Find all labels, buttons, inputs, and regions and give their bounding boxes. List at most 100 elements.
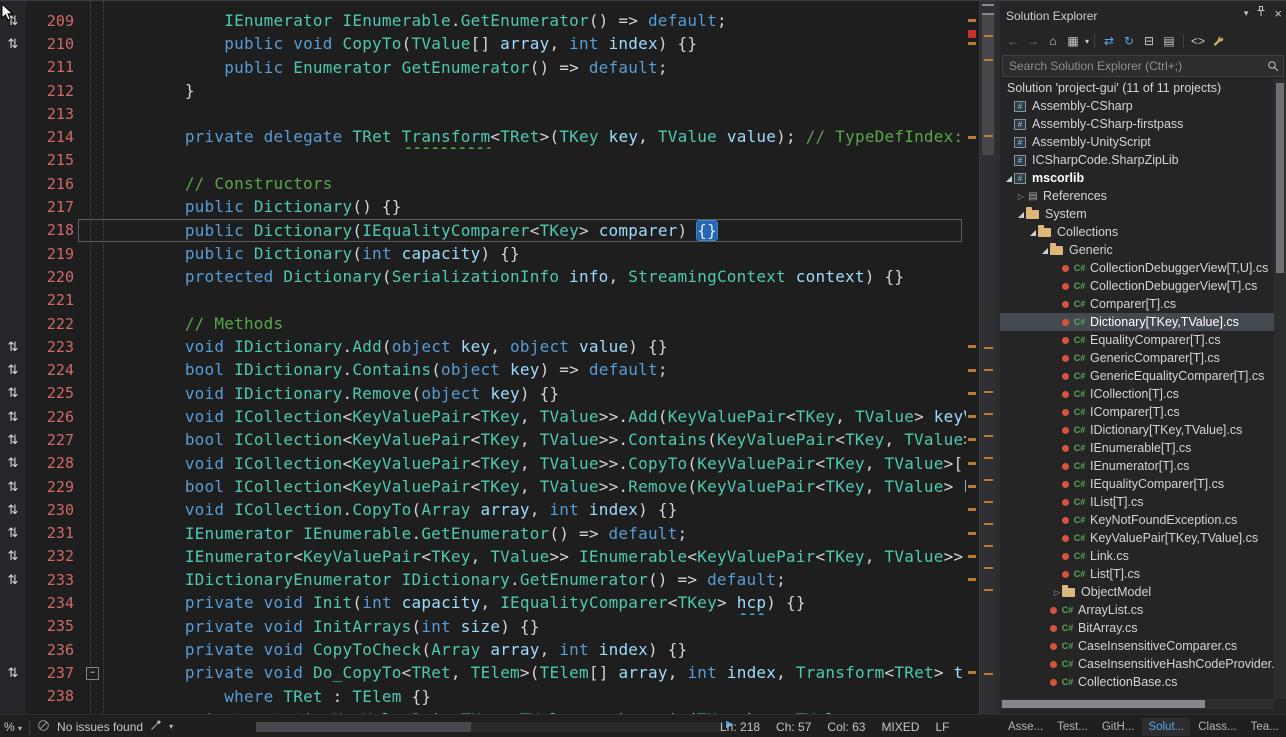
line-number[interactable]: 225 [26, 384, 86, 402]
tree-vscrollbar-thumb[interactable] [1276, 83, 1284, 273]
code-line-227[interactable]: ⇅227 bool ICollection<KeyValuePair<TKey,… [0, 428, 966, 451]
code-line-233[interactable]: ⇅233 IDictionaryEnumerator IDictionary.G… [0, 568, 966, 591]
line-number[interactable]: 217 [26, 198, 86, 216]
member-indicator-icon[interactable]: ⇅ [0, 568, 26, 591]
code-line-234[interactable]: 234 private void Init(int capacity, IEqu… [0, 591, 966, 614]
code-line-231[interactable]: ⇅231 IEnumerator IEnumerable.GetEnumerat… [0, 522, 966, 545]
code-line-219[interactable]: 219 public Dictionary(int capacity) {} [0, 242, 966, 265]
chevron-expanded-icon[interactable]: ◢ [1040, 246, 1050, 255]
tree-item-generic[interactable]: ◢Generic [1000, 241, 1286, 259]
line-number[interactable]: 232 [26, 547, 86, 565]
switch-views-icon[interactable]: ▦ [1064, 32, 1082, 50]
tree-item-objectmodel[interactable]: ▷ObjectModel [1000, 583, 1286, 601]
tree-item-assembly-csharp-firstpass[interactable]: #Assembly-CSharp-firstpass [1000, 115, 1286, 133]
code-line-215[interactable]: 215 [0, 149, 966, 172]
zoom-control[interactable]: % ▾ [4, 720, 22, 734]
line-number[interactable]: 209 [26, 12, 86, 30]
line-number[interactable]: 213 [26, 105, 86, 123]
chevron-collapsed-icon[interactable]: ▷ [1016, 192, 1026, 201]
code-line-213[interactable]: 213 [0, 102, 966, 125]
code-line-232[interactable]: ⇅232 IEnumerator<KeyValuePair<TKey, TVal… [0, 545, 966, 568]
line-number[interactable]: 233 [26, 571, 86, 589]
chevron-expanded-icon[interactable]: ◢ [1016, 210, 1026, 219]
tree-item-keyvaluepair-tkey-tvalue-cs[interactable]: C#KeyValuePair[TKey,TValue].cs [1000, 529, 1286, 547]
code-line-222[interactable]: 222 // Methods [0, 312, 966, 335]
properties-icon[interactable] [1209, 32, 1227, 50]
forward-icon[interactable]: → [1024, 32, 1042, 50]
line-number[interactable]: 228 [26, 454, 86, 472]
collapse-all-icon[interactable]: ⊟ [1140, 32, 1158, 50]
code-line-223[interactable]: ⇅223 void IDictionary.Add(object key, ob… [0, 335, 966, 358]
health-indicator-label[interactable]: No issues found [57, 720, 143, 734]
line-number[interactable]: 218 [26, 221, 86, 239]
code-line-210[interactable]: ⇅210 public void CopyTo(TValue[] array, … [0, 32, 966, 55]
line-number[interactable]: 223 [26, 338, 86, 356]
line-number[interactable]: 215 [26, 151, 86, 169]
line-number[interactable]: 230 [26, 501, 86, 519]
code-line-220[interactable]: 220 protected Dictionary(SerializationIn… [0, 265, 966, 288]
code-line-224[interactable]: ⇅224 bool IDictionary.Contains(object ke… [0, 358, 966, 381]
code-line-236[interactable]: 236 private void CopyToCheck(Array array… [0, 638, 966, 661]
line-number[interactable]: 220 [26, 268, 86, 286]
tree-item-collections[interactable]: ◢Collections [1000, 223, 1286, 241]
tree-item-ilist-t-cs[interactable]: C#IList[T].cs [1000, 493, 1286, 511]
member-indicator-icon[interactable]: ⇅ [0, 405, 26, 428]
line-number[interactable]: 238 [26, 687, 86, 705]
tree-item-genericcomparer-t-cs[interactable]: C#GenericComparer[T].cs [1000, 349, 1286, 367]
code-line-212[interactable]: 212 } [0, 79, 966, 102]
line-number[interactable]: 224 [26, 361, 86, 379]
chevron-expanded-icon[interactable]: ◢ [1028, 228, 1038, 237]
tree-item-ienumerable-t-cs[interactable]: C#IEnumerable[T].cs [1000, 439, 1286, 457]
code-cleanup-caret-icon[interactable]: ▾ [169, 722, 173, 731]
line-number[interactable]: 221 [26, 291, 86, 309]
code-line-209[interactable]: ⇅209 IEnumerator IEnumerable.GetEnumerat… [0, 9, 966, 32]
tool-window-tab-solut[interactable]: Solut... [1142, 718, 1190, 736]
chevron-collapsed-icon[interactable]: ▷ [1052, 588, 1062, 597]
tree-item-link-cs[interactable]: C#Link.cs [1000, 547, 1286, 565]
column-indicator[interactable]: Col: 63 [827, 720, 865, 734]
close-icon[interactable]: × [1274, 6, 1282, 21]
tree-item-icollection-t-cs[interactable]: C#ICollection[T].cs [1000, 385, 1286, 403]
tree-item-caseinsensitivecomparer-cs[interactable]: C#CaseInsensitiveComparer.cs [1000, 637, 1286, 655]
home-icon[interactable]: ⌂ [1044, 32, 1062, 50]
tree-item-system[interactable]: ◢System [1000, 205, 1286, 223]
member-indicator-icon[interactable]: ⇅ [0, 661, 26, 684]
code-line-221[interactable]: 221 [0, 289, 966, 312]
member-indicator-icon[interactable]: ⇅ [0, 475, 26, 498]
tree-item-assembly-unityscript[interactable]: #Assembly-UnityScript [1000, 133, 1286, 151]
tree-item-icsharpcode-sharpziplib[interactable]: #ICSharpCode.SharpZipLib [1000, 151, 1286, 169]
tree-item-collectionbase-cs[interactable]: C#CollectionBase.cs [1000, 673, 1286, 691]
tool-window-tab-tea[interactable]: Tea... [1245, 718, 1285, 736]
tree-horizontal-scrollbar[interactable] [1000, 699, 1274, 709]
tree-item-mscorlib[interactable]: ◢#mscorlib [1000, 169, 1286, 187]
code-line-214[interactable]: 214 private delegate TRet Transform<TRet… [0, 125, 966, 148]
code-line-226[interactable]: ⇅226 void ICollection<KeyValuePair<TKey,… [0, 405, 966, 428]
chevron-expanded-icon[interactable]: ◢ [1004, 174, 1014, 183]
tree-item-solution-root[interactable]: Solution 'project-gui' (11 of 11 project… [1000, 79, 1286, 97]
code-line-238[interactable]: 238 where TRet : TElem {} [0, 685, 966, 708]
tree-item-assembly-csharp[interactable]: #Assembly-CSharp [1000, 97, 1286, 115]
tree-item-equalitycomparer-t-cs[interactable]: C#EqualityComparer[T].cs [1000, 331, 1286, 349]
line-number[interactable]: 231 [26, 524, 86, 542]
tree-item-bitarray-cs[interactable]: C#BitArray.cs [1000, 619, 1286, 637]
tree-item-icomparer-t-cs[interactable]: C#IComparer[T].cs [1000, 403, 1286, 421]
line-number[interactable]: 236 [26, 641, 86, 659]
tree-item-collectiondebuggerview-t-u-cs[interactable]: C#CollectionDebuggerView[T,U].cs [1000, 259, 1286, 277]
line-number[interactable]: 211 [26, 58, 86, 76]
code-line-217[interactable]: 217 public Dictionary() {} [0, 195, 966, 218]
tree-vertical-scrollbar[interactable] [1274, 79, 1286, 699]
code-line-237[interactable]: ⇅237 private void Do_CopyTo<TRet, TElem>… [0, 661, 966, 684]
line-number[interactable]: 222 [26, 315, 86, 333]
line-number[interactable]: 210 [26, 35, 86, 53]
tree-item-comparer-t-cs[interactable]: C#Comparer[T].cs [1000, 295, 1286, 313]
line-number[interactable]: 216 [26, 175, 86, 193]
code-editor[interactable]: ⇅209 IEnumerator IEnumerable.GetEnumerat… [0, 1, 966, 714]
tree-item-list-t-cs[interactable]: C#List[T].cs [1000, 565, 1286, 583]
line-number[interactable]: 229 [26, 478, 86, 496]
refresh-icon[interactable]: ↻ [1120, 32, 1138, 50]
tree-item-ienumerator-t-cs[interactable]: C#IEnumerator[T].cs [1000, 457, 1286, 475]
member-indicator-icon[interactable]: ⇅ [0, 545, 26, 568]
line-number[interactable]: 237 [26, 664, 86, 682]
code-line-225[interactable]: ⇅225 void IDictionary.Remove(object key)… [0, 382, 966, 405]
tree-item-arraylist-cs[interactable]: C#ArrayList.cs [1000, 601, 1286, 619]
